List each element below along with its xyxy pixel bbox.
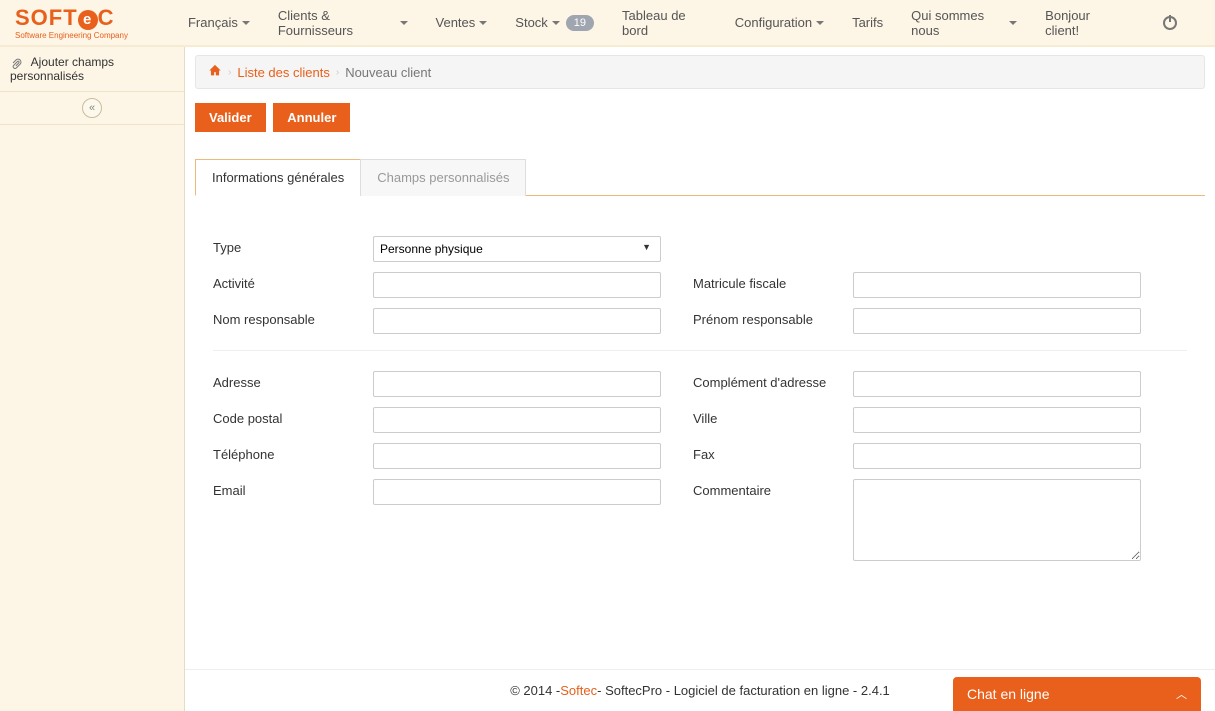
stock-badge: 19 — [566, 15, 594, 31]
logo[interactable]: SOFTeC Software Engineering Company — [10, 5, 174, 40]
commentaire-textarea[interactable] — [853, 479, 1141, 561]
label-activite: Activité — [213, 272, 373, 291]
nav-ventes[interactable]: Ventes — [422, 0, 502, 46]
nav-right: Bonjour client! — [1031, 0, 1205, 46]
sidebar-collapse-button[interactable]: « — [82, 98, 102, 118]
prenom-responsable-input[interactable] — [853, 308, 1141, 334]
telephone-input[interactable] — [373, 443, 661, 469]
chat-label: Chat en ligne — [967, 686, 1050, 702]
footer-rest: - SoftecPro - Logiciel de facturation en… — [597, 683, 890, 698]
nav-menu: Français Clients & Fournisseurs Ventes S… — [174, 0, 1031, 46]
nav-stock[interactable]: Stock19 — [501, 0, 608, 46]
label-prenom-resp: Prénom responsable — [693, 308, 853, 327]
sidebar-item-label: Ajouter champs personnalisés — [10, 55, 114, 83]
label-fax: Fax — [693, 443, 853, 462]
complement-adresse-input[interactable] — [853, 371, 1141, 397]
footer-softec-link[interactable]: Softec — [560, 683, 597, 698]
type-select[interactable]: Personne physique — [373, 236, 661, 262]
nav-tarifs[interactable]: Tarifs — [838, 0, 897, 46]
matricule-input[interactable] — [853, 272, 1141, 298]
ville-input[interactable] — [853, 407, 1141, 433]
nav-clients[interactable]: Clients & Fournisseurs — [264, 0, 422, 46]
label-nom-resp: Nom responsable — [213, 308, 373, 327]
label-cp: Code postal — [213, 407, 373, 426]
sidebar: Ajouter champs personnalisés « — [0, 47, 185, 711]
divider — [213, 350, 1187, 351]
sidebar-add-custom-fields[interactable]: Ajouter champs personnalisés — [0, 47, 184, 92]
chevron-right-icon: › — [228, 67, 231, 78]
validate-button[interactable]: Valider — [195, 103, 266, 132]
breadcrumb-current: Nouveau client — [345, 65, 431, 80]
nav-about[interactable]: Qui sommes nous — [897, 0, 1031, 46]
home-icon[interactable] — [208, 64, 222, 80]
code-postal-input[interactable] — [373, 407, 661, 433]
chevron-up-icon: ︿ — [1176, 686, 1187, 702]
label-commentaire: Commentaire — [693, 479, 853, 498]
tab-custom[interactable]: Champs personnalisés — [360, 159, 526, 196]
nav-language[interactable]: Français — [174, 0, 264, 46]
footer-copyright-pre: © 2014 - — [510, 683, 560, 698]
caret-icon — [552, 21, 560, 25]
label-ville: Ville — [693, 407, 853, 426]
topbar: SOFTeC Software Engineering Company Fran… — [0, 0, 1215, 47]
nav-configuration[interactable]: Configuration — [721, 0, 838, 46]
tab-general[interactable]: Informations générales — [195, 159, 361, 196]
caret-icon — [400, 21, 408, 25]
breadcrumb: › Liste des clients › Nouveau client — [195, 55, 1205, 89]
logo-subtitle: Software Engineering Company — [15, 31, 174, 40]
tabs: Informations générales Champs personnali… — [195, 158, 1205, 196]
caret-icon — [479, 21, 487, 25]
caret-icon — [816, 21, 824, 25]
breadcrumb-link-clients[interactable]: Liste des clients — [237, 65, 330, 80]
paperclip-icon — [10, 57, 22, 69]
cancel-button[interactable]: Annuler — [273, 103, 350, 132]
label-email: Email — [213, 479, 373, 498]
caret-icon — [1009, 21, 1017, 25]
email-input[interactable] — [373, 479, 661, 505]
label-adresse: Adresse — [213, 371, 373, 390]
power-icon — [1163, 16, 1177, 30]
logout-button[interactable] — [1135, 0, 1205, 46]
chevron-right-icon: › — [336, 67, 339, 78]
form: Type Personne physique Activité — [195, 196, 1205, 592]
action-bar: Valider Annuler — [195, 103, 1205, 132]
label-matricule: Matricule fiscale — [693, 272, 853, 291]
chat-widget[interactable]: Chat en ligne ︿ — [953, 677, 1201, 711]
nav-dashboard[interactable]: Tableau de bord — [608, 0, 721, 46]
label-complement: Complément d'adresse — [693, 371, 853, 390]
main-content: › Liste des clients › Nouveau client Val… — [185, 47, 1215, 711]
adresse-input[interactable] — [373, 371, 661, 397]
activite-input[interactable] — [373, 272, 661, 298]
fax-input[interactable] — [853, 443, 1141, 469]
label-type: Type — [213, 236, 373, 255]
caret-icon — [242, 21, 250, 25]
label-telephone: Téléphone — [213, 443, 373, 462]
nom-responsable-input[interactable] — [373, 308, 661, 334]
nav-greeting[interactable]: Bonjour client! — [1031, 0, 1135, 46]
